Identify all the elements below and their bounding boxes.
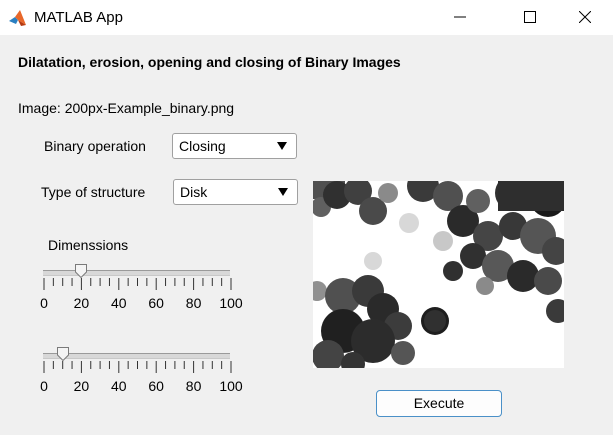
tick-label: 0 (40, 295, 48, 311)
tick-label: 100 (219, 295, 243, 311)
title-bar: MATLAB App (0, 0, 613, 35)
matlab-logo-icon (8, 8, 28, 28)
tick-label: 20 (73, 378, 90, 394)
slider-track (43, 270, 230, 276)
tick-label: 40 (111, 378, 127, 394)
slider-track (43, 353, 230, 359)
tick-label: 20 (73, 295, 90, 311)
tick-label: 80 (185, 378, 202, 394)
tick-label: 0 (40, 378, 48, 394)
dimensions-label: Dimenssions (48, 237, 129, 253)
tick-label: 40 (111, 295, 127, 311)
binary-operation-value: Closing (179, 138, 226, 154)
binary-operation-dropdown[interactable]: Closing (172, 133, 297, 159)
dimension-slider-2[interactable]: 0 20 40 60 80 100 (40, 345, 243, 395)
slider-ticks (43, 278, 232, 290)
close-icon (579, 11, 591, 23)
structure-type-dropdown[interactable]: Disk (173, 179, 298, 205)
dimension-slider-1[interactable]: 0 20 40 60 80 100 (40, 262, 243, 312)
maximize-icon (524, 11, 536, 23)
execute-button[interactable]: Execute (376, 390, 502, 417)
slider-ticks (43, 361, 232, 373)
dropdown-arrow-icon (277, 142, 287, 150)
binary-image (313, 181, 564, 368)
slider-thumb[interactable] (56, 347, 69, 361)
structure-type-value: Disk (180, 184, 208, 200)
window-title: MATLAB App (34, 9, 123, 26)
page-heading: Dilatation, erosion, opening and closing… (18, 54, 401, 70)
minimize-icon (454, 16, 466, 18)
slider-thumb[interactable] (75, 264, 88, 278)
tick-label: 100 (219, 378, 243, 394)
minimize-button[interactable] (437, 0, 483, 35)
dropdown-arrow-icon (278, 188, 288, 196)
binary-operation-label: Binary operation (44, 138, 146, 154)
maximize-button[interactable] (507, 0, 553, 35)
tick-label: 60 (148, 295, 164, 311)
close-button[interactable] (562, 0, 608, 35)
tick-label: 60 (148, 378, 164, 394)
image-filename-label: Image: 200px-Example_binary.png (18, 100, 235, 116)
image-preview (313, 181, 564, 368)
tick-label: 80 (185, 295, 202, 311)
structure-type-label: Type of structure (41, 184, 146, 200)
